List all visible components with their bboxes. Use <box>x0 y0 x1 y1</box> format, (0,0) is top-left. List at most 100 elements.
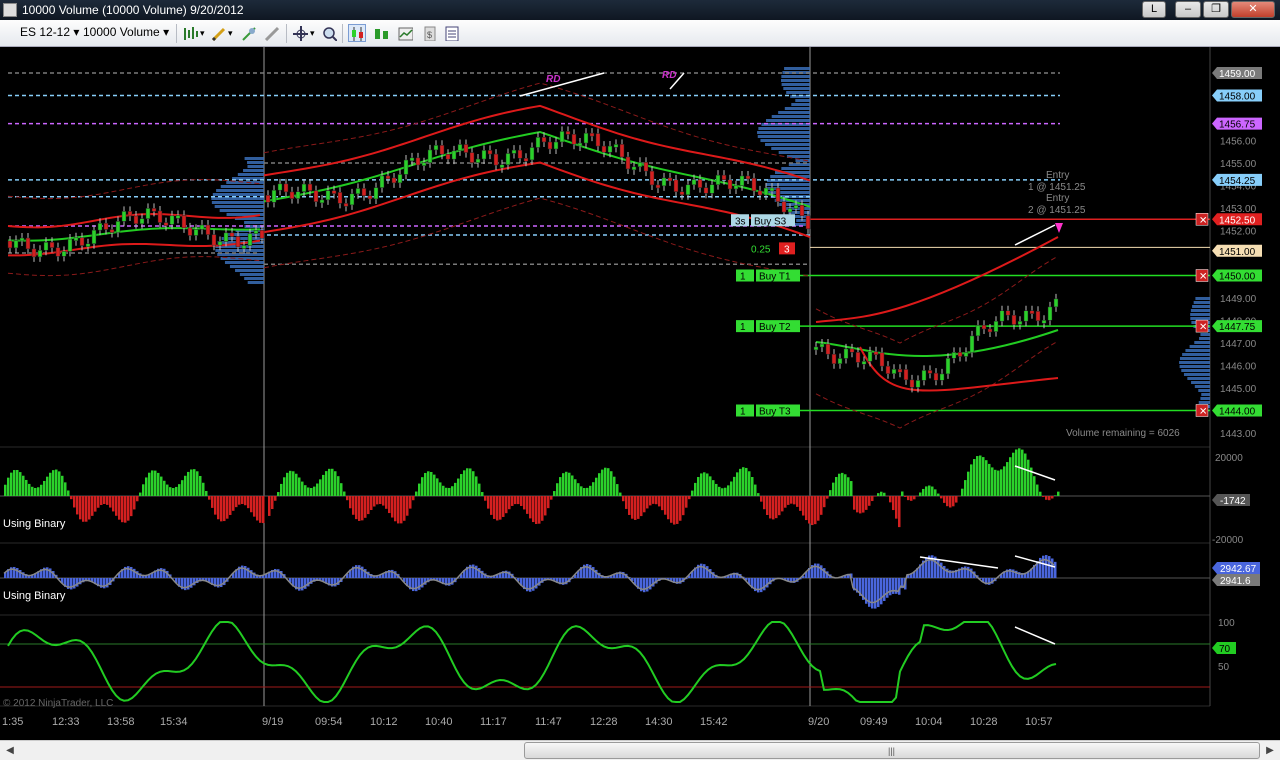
volume-profile-bar <box>247 281 264 284</box>
histogram-bar <box>310 488 313 496</box>
histogram-bar <box>526 496 529 514</box>
scrollbar-thumb[interactable]: ||| <box>524 742 1260 759</box>
toolbar-separator <box>176 24 177 43</box>
histogram-bar <box>847 477 850 496</box>
histogram-bar <box>547 496 550 509</box>
histogram-bar <box>994 469 997 496</box>
histogram-bar <box>253 496 256 517</box>
chevron-down-icon[interactable]: ▾ <box>310 28 315 39</box>
candle-body <box>427 149 433 163</box>
copyright-label: © 2012 NinjaTrader, LLC <box>3 698 113 709</box>
candle-body <box>541 137 547 143</box>
bar-type-icon[interactable] <box>181 24 199 42</box>
period-selector[interactable]: 10000 Volume ▾ <box>83 25 169 39</box>
candle-body <box>433 145 439 151</box>
histogram-bar <box>1048 556 1051 578</box>
price-flag-label: 1451.00 <box>1219 247 1256 258</box>
candle-body <box>7 240 13 249</box>
entry-detail: 2 @ 1451.25 <box>1028 205 1086 216</box>
divergence-line <box>1014 626 1056 645</box>
volume-profile-bar <box>1181 369 1210 372</box>
histogram-bar <box>433 474 436 496</box>
eraser-icon[interactable] <box>262 24 280 42</box>
histogram-bar <box>511 496 514 506</box>
histogram-bar <box>37 487 40 496</box>
chart-style-bar-icon[interactable] <box>372 24 390 42</box>
crosshair-icon[interactable] <box>291 24 309 42</box>
candle-body <box>301 183 307 192</box>
strategy-icon[interactable]: $ <box>420 24 438 42</box>
price-axis-tick: 1446.00 <box>1220 362 1257 373</box>
candle-body <box>1053 298 1059 308</box>
chevron-down-icon[interactable]: ▾ <box>200 28 205 39</box>
position-qty-label: 0.25 <box>751 244 771 255</box>
histogram-bar <box>604 467 607 496</box>
candle-body <box>649 170 655 186</box>
volume-profile-bar <box>1195 297 1210 300</box>
histogram-bar <box>1021 449 1024 496</box>
scroll-right-icon[interactable]: ▶ <box>1262 743 1278 759</box>
histogram-bar <box>514 496 517 505</box>
window-title-bar[interactable]: 10000 Volume (10000 Volume) 9/20/2012 L … <box>0 0 1280 20</box>
language-button[interactable]: L <box>1142 1 1166 18</box>
candle-body <box>469 152 475 163</box>
histogram-bar <box>19 472 22 496</box>
histogram-bar <box>1039 491 1042 496</box>
histogram-bar <box>334 471 337 496</box>
candle-body <box>1029 310 1035 314</box>
histogram-bar <box>868 496 871 506</box>
candle-body <box>1035 310 1041 322</box>
histogram-bar <box>325 471 328 496</box>
histogram-bar <box>979 455 982 496</box>
data-box-icon[interactable] <box>396 24 414 42</box>
candle-body <box>999 310 1005 322</box>
histogram-bar <box>103 496 106 504</box>
close-button[interactable]: ✕ <box>1231 1 1275 18</box>
chart-area[interactable]: 1456.00 1455.00 1454.00 1453.00 1452.00 1449.… <box>0 47 1280 740</box>
histogram-bar <box>817 496 820 521</box>
histogram-bar <box>790 496 793 504</box>
volume-profile-bar <box>784 107 810 110</box>
chevron-down-icon[interactable]: ▾ <box>228 28 233 39</box>
properties-icon[interactable] <box>442 24 460 42</box>
histogram-bar <box>448 487 451 496</box>
histogram-bar <box>394 496 397 522</box>
histogram-bar <box>493 496 496 519</box>
candle-body <box>969 335 975 353</box>
chart-style-candle-icon[interactable] <box>348 24 366 42</box>
zoom-icon[interactable] <box>320 24 338 42</box>
time-axis-tick: 09:49 <box>860 716 888 728</box>
histogram-bar <box>559 477 562 496</box>
histogram-bar <box>844 474 847 496</box>
time-axis-tick: 1:35 <box>2 716 23 728</box>
draw-object-icon[interactable] <box>239 24 257 42</box>
candle-body <box>897 368 903 373</box>
volume-profile-bar <box>1179 361 1210 364</box>
oscillator-line <box>7 621 1057 704</box>
candle-body <box>529 147 535 161</box>
drawing-pencil-icon[interactable] <box>209 24 227 42</box>
histogram-bar <box>925 486 928 496</box>
histogram-bar <box>355 496 358 520</box>
minimize-button[interactable]: – <box>1175 1 1201 18</box>
chart-canvas[interactable]: 1456.001455.001454.001453.001452.001449.… <box>0 47 1280 740</box>
instrument-selector[interactable]: ES 12-12 ▾ <box>20 25 79 39</box>
volume-profile-bar <box>758 127 810 130</box>
histogram-bar <box>769 496 772 519</box>
histogram-bar <box>523 496 526 510</box>
histogram-bar <box>352 496 355 515</box>
scroll-left-icon[interactable]: ◀ <box>2 743 18 759</box>
horizontal-scrollbar[interactable]: ◀ ||| ▶ <box>0 740 1280 760</box>
histogram-bar <box>625 496 628 509</box>
histogram-bar <box>283 477 286 496</box>
histogram-bar <box>976 456 979 496</box>
histogram-bar <box>115 496 118 516</box>
price-flag-label: 2941.6 <box>1220 576 1251 587</box>
histogram-bar <box>826 496 829 499</box>
histogram-bar <box>22 475 25 496</box>
restore-button[interactable]: ❐ <box>1203 1 1229 18</box>
candle-body <box>121 211 127 222</box>
time-axis-tick: 15:34 <box>160 716 188 728</box>
histogram-bar <box>634 496 637 520</box>
candle-body <box>403 159 409 175</box>
